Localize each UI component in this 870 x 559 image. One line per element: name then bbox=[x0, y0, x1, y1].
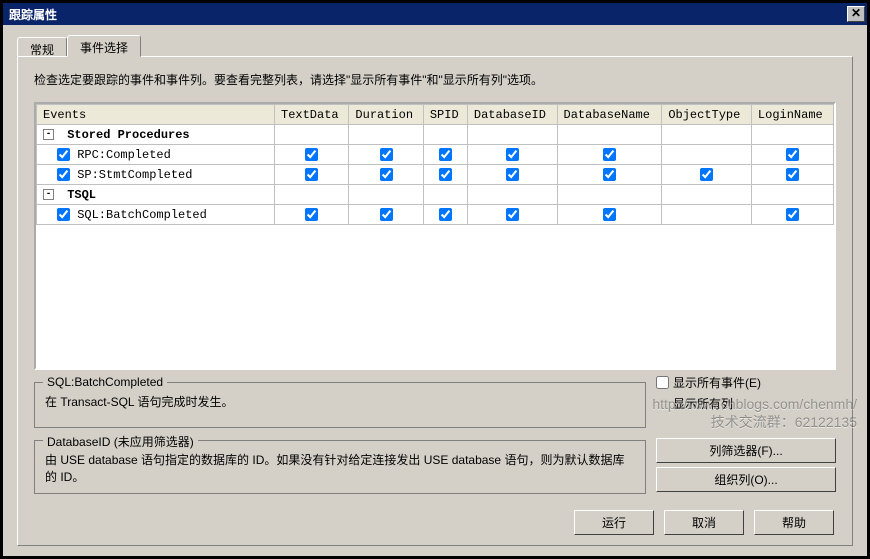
cell[interactable] bbox=[349, 205, 423, 225]
cell[interactable] bbox=[423, 205, 467, 225]
events-table: EventsTextDataDurationSPIDDatabaseIDData… bbox=[36, 104, 834, 225]
tab-general[interactable]: 常规 bbox=[17, 37, 67, 56]
cell[interactable] bbox=[423, 145, 467, 165]
event-description-title: SQL:BatchCompleted bbox=[43, 375, 167, 389]
col-header-textdata[interactable]: TextData bbox=[275, 105, 349, 125]
event-row[interactable]: SP:StmtCompleted bbox=[37, 165, 275, 185]
show-all-cols-label: 显示所有列 bbox=[673, 395, 733, 412]
cell-checkbox[interactable] bbox=[380, 168, 393, 181]
cell-checkbox[interactable] bbox=[506, 148, 519, 161]
tree-toggle-icon[interactable]: - bbox=[43, 189, 54, 200]
cell[interactable] bbox=[467, 165, 557, 185]
cell-checkbox[interactable] bbox=[380, 208, 393, 221]
organize-columns-button[interactable]: 组织列(O)... bbox=[656, 467, 836, 492]
close-icon[interactable]: ✕ bbox=[847, 6, 865, 22]
cell-checkbox[interactable] bbox=[305, 168, 318, 181]
show-all-cols-row[interactable]: 显示所有列 bbox=[656, 395, 836, 412]
show-all-events-checkbox[interactable] bbox=[656, 376, 669, 389]
event-row[interactable]: RPC:Completed bbox=[37, 145, 275, 165]
cell[interactable] bbox=[662, 165, 752, 185]
cell[interactable] bbox=[751, 165, 833, 185]
column-description-group: DatabaseID (未应用筛选器) 由 USE database 语句指定的… bbox=[34, 440, 646, 494]
cell[interactable] bbox=[275, 165, 349, 185]
cell[interactable] bbox=[662, 205, 752, 225]
show-all-events-label: 显示所有事件(E) bbox=[673, 374, 761, 391]
cell[interactable] bbox=[467, 145, 557, 165]
cell-checkbox[interactable] bbox=[439, 208, 452, 221]
cell-checkbox[interactable] bbox=[603, 208, 616, 221]
cell-checkbox[interactable] bbox=[439, 148, 452, 161]
cell-checkbox[interactable] bbox=[439, 168, 452, 181]
cell-checkbox[interactable] bbox=[786, 168, 799, 181]
cancel-button[interactable]: 取消 bbox=[664, 510, 744, 535]
window-frame: 跟踪属性 ✕ 常规 事件选择 检查选定要跟踪的事件和事件列。要查看完整列表，请选… bbox=[0, 0, 870, 559]
side-panel: 显示所有事件(E) 显示所有列 列筛选器(F)... 组织列(O)... bbox=[656, 370, 836, 494]
col-header-spid[interactable]: SPID bbox=[423, 105, 467, 125]
tab-strip: 常规 事件选择 bbox=[17, 35, 853, 56]
cell[interactable] bbox=[751, 145, 833, 165]
tree-toggle-icon[interactable]: - bbox=[43, 129, 54, 140]
event-checkbox[interactable] bbox=[57, 168, 70, 181]
help-button[interactable]: 帮助 bbox=[754, 510, 834, 535]
event-description-text: 在 Transact-SQL 语句完成时发生。 bbox=[45, 393, 635, 419]
cell-checkbox[interactable] bbox=[380, 148, 393, 161]
cell[interactable] bbox=[349, 165, 423, 185]
dialog-body: 常规 事件选择 检查选定要跟踪的事件和事件列。要查看完整列表，请选择"显示所有事… bbox=[3, 25, 867, 556]
cell[interactable] bbox=[467, 205, 557, 225]
cell[interactable] bbox=[349, 145, 423, 165]
cell[interactable] bbox=[557, 205, 662, 225]
category-row[interactable]: - TSQL bbox=[37, 185, 275, 205]
col-header-databasename[interactable]: DatabaseName bbox=[557, 105, 662, 125]
events-grid[interactable]: EventsTextDataDurationSPIDDatabaseIDData… bbox=[34, 102, 836, 370]
window-title: 跟踪属性 bbox=[9, 6, 847, 23]
instructions-text: 检查选定要跟踪的事件和事件列。要查看完整列表，请选择"显示所有事件"和"显示所有… bbox=[34, 71, 836, 88]
cell-checkbox[interactable] bbox=[305, 148, 318, 161]
show-all-events-row[interactable]: 显示所有事件(E) bbox=[656, 374, 836, 391]
cell[interactable] bbox=[557, 145, 662, 165]
cell[interactable] bbox=[557, 165, 662, 185]
column-description-text: 由 USE database 语句指定的数据库的 ID。如果没有针对给定连接发出… bbox=[45, 451, 635, 485]
event-row[interactable]: SQL:BatchCompleted bbox=[37, 205, 275, 225]
cell[interactable] bbox=[275, 205, 349, 225]
cell-checkbox[interactable] bbox=[305, 208, 318, 221]
cell[interactable] bbox=[275, 145, 349, 165]
column-filter-button[interactable]: 列筛选器(F)... bbox=[656, 438, 836, 463]
cell-checkbox[interactable] bbox=[506, 168, 519, 181]
run-button[interactable]: 运行 bbox=[574, 510, 654, 535]
col-header-loginname[interactable]: LoginName bbox=[751, 105, 833, 125]
cell[interactable] bbox=[662, 145, 752, 165]
category-row[interactable]: - Stored Procedures bbox=[37, 125, 275, 145]
tab-content: 检查选定要跟踪的事件和事件列。要查看完整列表，请选择"显示所有事件"和"显示所有… bbox=[17, 56, 853, 546]
cell-checkbox[interactable] bbox=[506, 208, 519, 221]
col-header-duration[interactable]: Duration bbox=[349, 105, 423, 125]
cell-checkbox[interactable] bbox=[603, 168, 616, 181]
cell-checkbox[interactable] bbox=[786, 148, 799, 161]
footer-buttons: 运行 取消 帮助 bbox=[574, 510, 834, 535]
titlebar[interactable]: 跟踪属性 ✕ bbox=[3, 3, 867, 25]
col-header-databaseid[interactable]: DatabaseID bbox=[467, 105, 557, 125]
cell-checkbox[interactable] bbox=[603, 148, 616, 161]
cell[interactable] bbox=[751, 205, 833, 225]
cell[interactable] bbox=[423, 165, 467, 185]
column-description-title: DatabaseID (未应用筛选器) bbox=[43, 433, 198, 450]
event-checkbox[interactable] bbox=[57, 208, 70, 221]
col-header-events[interactable]: Events bbox=[37, 105, 275, 125]
event-checkbox[interactable] bbox=[57, 148, 70, 161]
col-header-objecttype[interactable]: ObjectType bbox=[662, 105, 752, 125]
cell-checkbox[interactable] bbox=[786, 208, 799, 221]
tab-events[interactable]: 事件选择 bbox=[67, 35, 141, 57]
cell-checkbox[interactable] bbox=[700, 168, 713, 181]
event-description-group: SQL:BatchCompleted 在 Transact-SQL 语句完成时发… bbox=[34, 382, 646, 428]
